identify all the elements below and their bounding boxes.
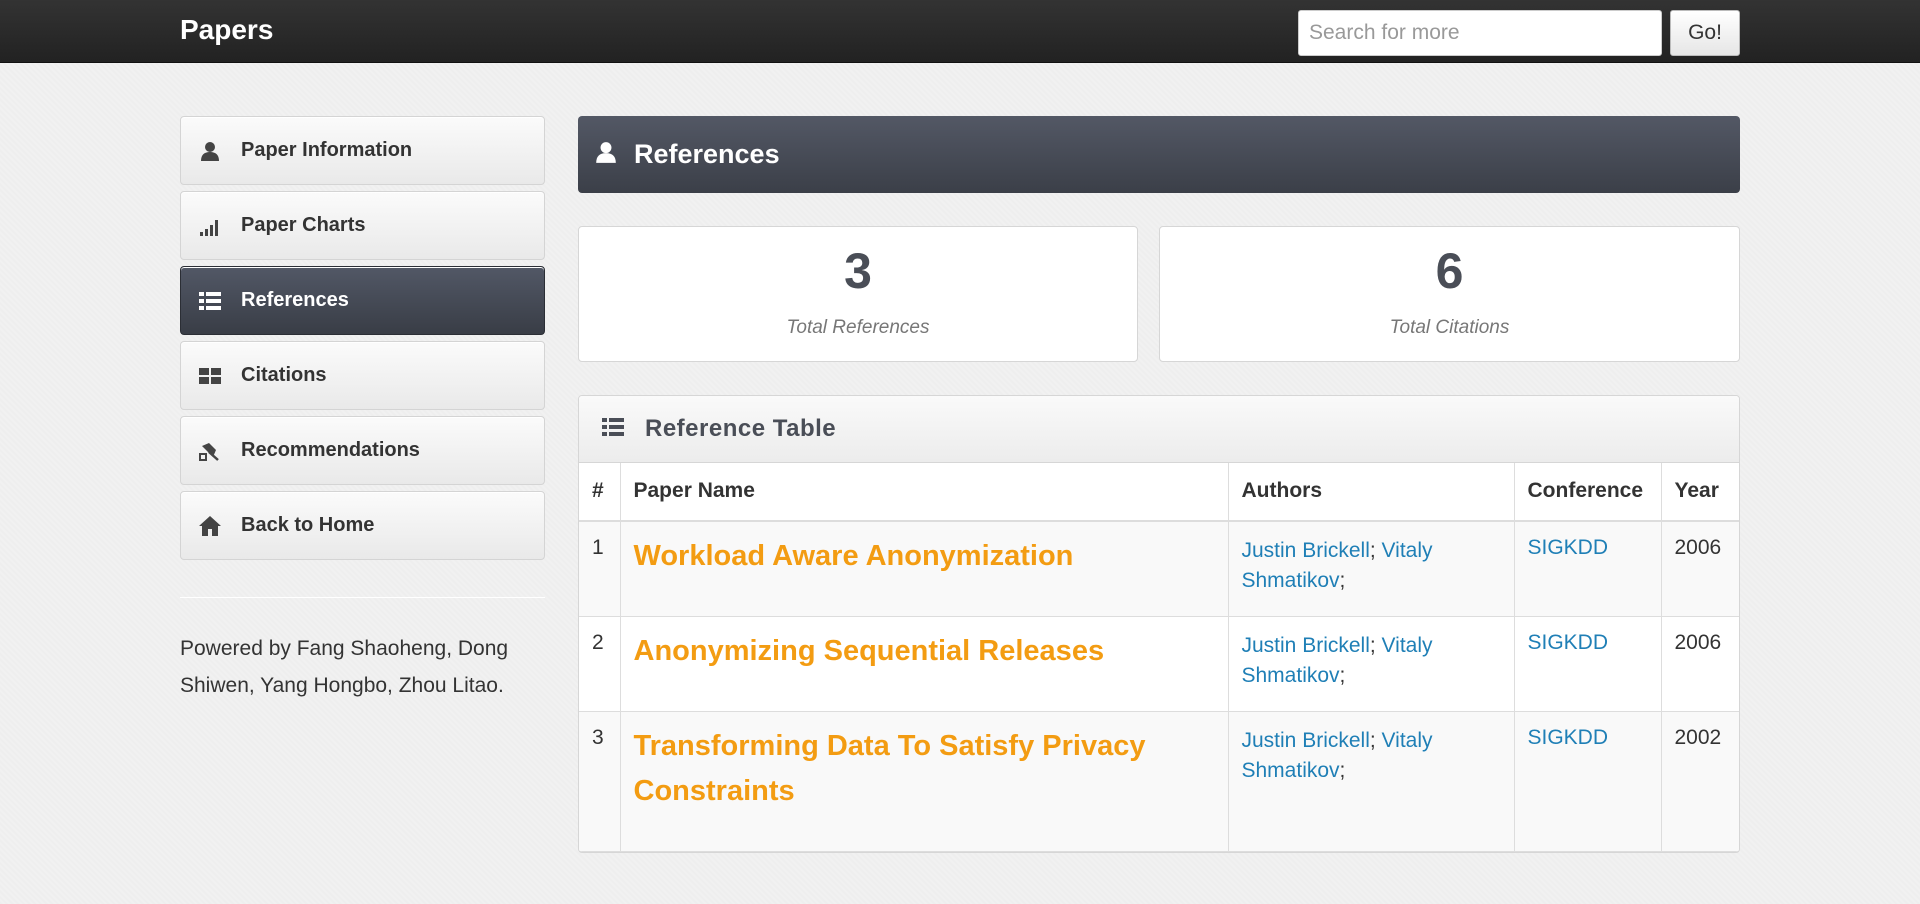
sidebar-item-references[interactable]: References xyxy=(180,266,545,335)
authors-cell: Justin Brickell; Vitaly Shmatikov; xyxy=(1228,616,1515,711)
search-input[interactable] xyxy=(1298,10,1662,56)
row-number: 3 xyxy=(579,711,621,851)
sidebar-item-label: Paper Information xyxy=(241,139,413,161)
year-cell: 2006 xyxy=(1661,521,1739,616)
authors-cell: Justin Brickell; Vitaly Shmatikov; xyxy=(1228,711,1515,851)
sidebar-item-citations[interactable]: Citations xyxy=(180,341,545,410)
conference-link[interactable]: SIGKDD xyxy=(1528,536,1609,559)
row-number: 2 xyxy=(579,616,621,711)
sidebar-item-label: Back to Home xyxy=(241,514,375,536)
sidebar-item-label: Paper Charts xyxy=(241,214,366,236)
sidebar-item-label: Citations xyxy=(241,364,327,386)
stat-value: 6 xyxy=(1435,243,1464,299)
sidebar-divider xyxy=(180,597,545,598)
top-navbar: Papers Go! xyxy=(0,0,1920,63)
table-title: Reference Table xyxy=(645,415,837,442)
user-icon xyxy=(199,140,221,162)
year-cell: 2006 xyxy=(1661,616,1739,711)
author-link[interactable]: Justin Brickell xyxy=(1242,634,1370,657)
column-header-paper-name: Paper Name xyxy=(620,463,1229,522)
stat-total-citations: 6 Total Citations xyxy=(1159,226,1740,362)
column-header-year: Year xyxy=(1661,463,1739,522)
user-icon xyxy=(594,140,618,169)
table-row: 1 Workload Aware Anonymization Justin Br… xyxy=(579,521,1739,616)
paper-link[interactable]: Transforming Data To Satisfy Privacy Con… xyxy=(634,724,1215,814)
page-header: References xyxy=(578,116,1740,193)
page-title: References xyxy=(634,139,780,169)
sidebar-item-back-to-home[interactable]: Back to Home xyxy=(180,491,545,560)
column-header-authors: Authors xyxy=(1228,463,1515,522)
brand-link[interactable]: Papers xyxy=(180,14,273,46)
conference-link[interactable]: SIGKDD xyxy=(1528,631,1609,654)
paper-link[interactable]: Workload Aware Anonymization xyxy=(634,534,1074,579)
home-icon xyxy=(199,515,221,537)
list-icon xyxy=(601,416,625,443)
table-row: 3 Transforming Data To Satisfy Privacy C… xyxy=(579,711,1739,851)
powered-by-text: Powered by Fang Shaoheng, Dong Shiwen, Y… xyxy=(180,637,509,697)
table-panel-header: Reference Table xyxy=(579,396,1739,463)
signal-bars-icon xyxy=(199,215,221,237)
column-header-conference: Conference xyxy=(1514,463,1662,522)
stat-caption: Total Citations xyxy=(1389,317,1510,338)
grid-icon xyxy=(199,365,221,387)
sidebar-item-paper-information[interactable]: Paper Information xyxy=(180,116,545,185)
year-cell: 2002 xyxy=(1661,711,1739,851)
reference-table-panel: Reference Table # Paper Name Authors Con… xyxy=(578,395,1740,853)
sidebar-item-label: Recommendations xyxy=(241,439,420,461)
paper-link[interactable]: Anonymizing Sequential Releases xyxy=(634,629,1105,674)
column-header-number: # xyxy=(579,463,621,522)
reference-table: # Paper Name Authors Conference Year 1 W… xyxy=(579,463,1739,852)
conference-link[interactable]: SIGKDD xyxy=(1528,726,1609,749)
go-button[interactable]: Go! xyxy=(1670,10,1740,56)
list-icon xyxy=(199,290,221,312)
sidebar-item-label: References xyxy=(241,289,349,311)
stat-caption: Total References xyxy=(786,317,930,338)
sidebar-item-recommendations[interactable]: Recommendations xyxy=(180,416,545,485)
row-number: 1 xyxy=(579,521,621,616)
satellite-icon xyxy=(199,440,221,462)
stat-value: 3 xyxy=(844,243,872,299)
author-link[interactable]: Justin Brickell xyxy=(1242,539,1370,562)
authors-cell: Justin Brickell; Vitaly Shmatikov; xyxy=(1228,521,1515,616)
table-row: 2 Anonymizing Sequential Releases Justin… xyxy=(579,616,1739,711)
author-link[interactable]: Justin Brickell xyxy=(1242,729,1370,752)
stat-total-references: 3 Total References xyxy=(578,226,1138,362)
sidebar-item-paper-charts[interactable]: Paper Charts xyxy=(180,191,545,260)
